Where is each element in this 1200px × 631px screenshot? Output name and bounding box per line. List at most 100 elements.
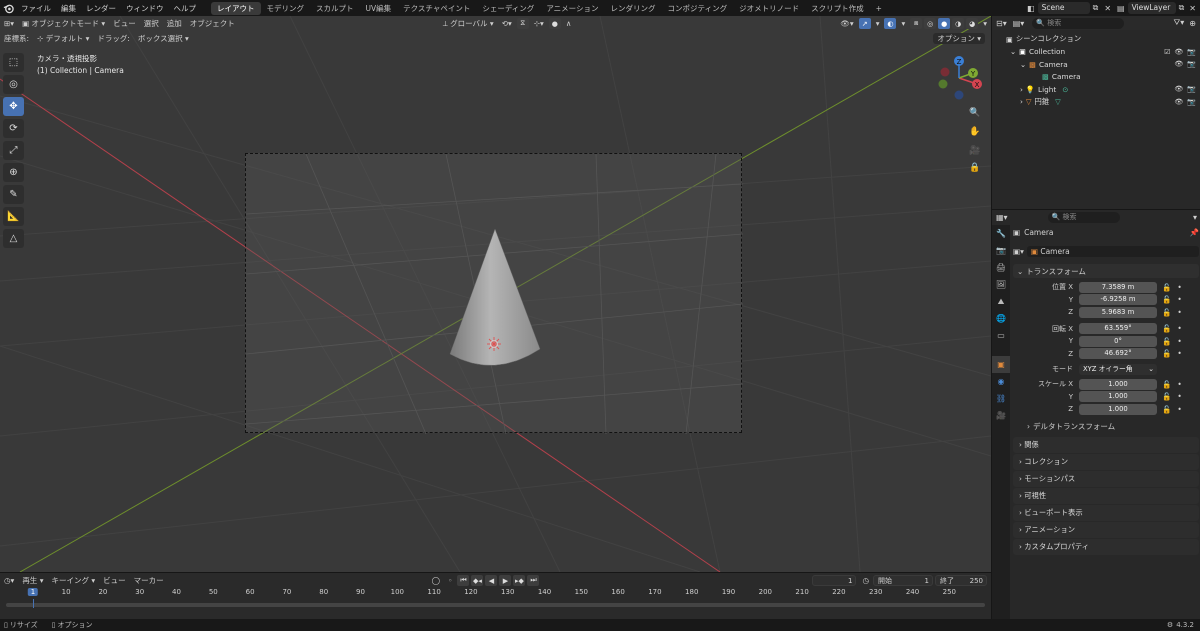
overlay-dropdown-icon[interactable]: ▾ <box>897 19 909 28</box>
section-viewport-display[interactable]: › ビューポート表示 <box>1013 504 1199 521</box>
menu-select[interactable]: 選択 <box>140 18 163 29</box>
keyframe-dot-icon[interactable]: • <box>1177 405 1181 414</box>
playback-menu[interactable]: 再生 ▾ <box>18 575 47 586</box>
workspace-tab-compositing[interactable]: コンポジティング <box>662 2 734 15</box>
mode-selector[interactable]: ▣ オブジェクトモード ▾ <box>18 18 109 29</box>
camera-view-icon[interactable]: 🎥 <box>967 143 983 159</box>
datablock-type-icon[interactable]: ▣▾ <box>1013 247 1024 256</box>
camera-render-icon[interactable]: 📷 <box>1187 48 1196 56</box>
cursor-tool-icon[interactable]: ◎ <box>3 75 24 94</box>
workspace-tab-geometry-nodes[interactable]: ジオメトリノード <box>733 2 805 15</box>
properties-options-icon[interactable]: ▾ <box>1193 213 1197 222</box>
menu-window[interactable]: ウィンドウ <box>121 3 169 14</box>
proportional-edit-icon[interactable]: ● <box>548 18 561 29</box>
output-tab-icon[interactable]: 🖨 <box>992 259 1010 276</box>
transform-panel-header[interactable]: ⌄ トランスフォーム <box>1013 264 1199 278</box>
scene-copy-icon[interactable]: ⧉ <box>1090 3 1102 13</box>
add-workspace-button[interactable]: + <box>870 2 888 15</box>
eye-icon[interactable]: 👁 <box>1174 98 1183 106</box>
options-dropdown[interactable]: オプション ▾ <box>933 32 985 44</box>
xray-toggle-icon[interactable]: ⧈ <box>910 18 923 29</box>
constraints-tab-icon[interactable]: ⛓ <box>992 390 1010 407</box>
menu-render[interactable]: レンダー <box>81 3 121 14</box>
annotate-tool-icon[interactable]: ✎ <box>3 185 24 204</box>
snap-target-icon[interactable]: ⊹▾ <box>530 19 548 28</box>
rotation-z-field[interactable]: 46.692° <box>1079 348 1157 360</box>
lock-icon[interactable]: 🔓 <box>1162 324 1171 333</box>
lock-icon[interactable]: 🔓 <box>1162 337 1171 346</box>
eye-icon[interactable]: 👁 <box>1174 60 1183 68</box>
workspace-tab-texture-paint[interactable]: テクスチャペイント <box>397 2 476 15</box>
outliner-display-icon[interactable]: ▤▾ <box>1013 19 1025 28</box>
view-layer-selector[interactable]: ViewLayer <box>1127 2 1176 14</box>
section-visibility[interactable]: › 可視性 <box>1013 487 1199 504</box>
menu-object[interactable]: オブジェクト <box>186 18 239 29</box>
shading-rendered-icon[interactable]: ◕ <box>966 18 979 29</box>
outliner-search-input[interactable]: 🔍 検索 <box>1032 17 1125 29</box>
filter-icon[interactable]: ⛛▾ <box>1174 18 1185 28</box>
eye-icon[interactable]: 👁 <box>1174 48 1183 56</box>
scale-tool-icon[interactable]: ⤢ <box>3 141 24 160</box>
workspace-tab-uv[interactable]: UV編集 <box>360 2 398 15</box>
section-custom-properties[interactable]: › カスタムプロパティ <box>1013 538 1199 555</box>
timeline-editor-icon[interactable]: ◷▾ <box>0 576 18 585</box>
shading-dropdown-icon[interactable]: ▾ <box>979 19 991 28</box>
keying-menu[interactable]: キーイング ▾ <box>47 575 99 586</box>
current-frame-field[interactable]: 1 <box>812 575 857 586</box>
gizmo-toggle-icon[interactable]: ↗ <box>858 18 871 29</box>
orientation-dropdown[interactable]: ⊹ デフォルト ▾ <box>33 33 93 44</box>
lock-icon[interactable]: 🔓 <box>1162 392 1171 401</box>
snap-icon[interactable]: ⧖ <box>516 18 529 29</box>
outliner-root[interactable]: ▣ シーンコレクション <box>992 33 1200 46</box>
rotation-x-field[interactable]: 63.559° <box>1079 323 1157 335</box>
playhead-line[interactable] <box>32 599 34 608</box>
menu-edit[interactable]: 編集 <box>56 3 81 14</box>
zoom-icon[interactable]: 🔍 <box>967 105 983 121</box>
outliner-item-light[interactable]: › 💡 Light ⊙ 👁 📷 <box>992 83 1200 96</box>
keyframe-dot-icon[interactable]: • <box>1177 349 1181 358</box>
lock-icon[interactable]: 🔓 <box>1162 283 1171 292</box>
menu-help[interactable]: ヘルプ <box>169 3 202 14</box>
editor-type-icon[interactable]: ⊞▾ <box>0 19 18 28</box>
object-data-tab-icon[interactable]: 🎥 <box>992 407 1010 424</box>
move-tool-icon[interactable]: ✥ <box>3 97 24 116</box>
pivot-icon[interactable]: ⟲▾ <box>498 19 516 28</box>
pin-icon[interactable]: 📌 <box>1190 228 1199 237</box>
scene-selector[interactable]: Scene <box>1037 2 1090 14</box>
scene-close-icon[interactable]: ✕ <box>1101 4 1114 13</box>
jump-start-icon[interactable]: ⏮ <box>457 575 470 586</box>
marker-menu[interactable]: マーカー <box>130 575 168 586</box>
collection-tab-icon[interactable]: ▭ <box>992 327 1010 344</box>
physics-tab-icon[interactable]: ◉ <box>992 373 1010 390</box>
camera-render-icon[interactable]: 📷 <box>1187 60 1196 68</box>
measure-tool-icon[interactable]: 📐 <box>3 207 24 226</box>
lock-camera-icon[interactable]: 🔒 <box>967 160 983 176</box>
location-z-field[interactable]: 5.9683 m <box>1079 306 1157 318</box>
outliner-editor-icon[interactable]: ⊟▾ <box>996 19 1007 28</box>
properties-editor-icon[interactable]: ▦▾ <box>996 213 1008 222</box>
lock-icon[interactable]: 🔓 <box>1162 308 1171 317</box>
play-reverse-icon[interactable]: ◀ <box>485 575 498 586</box>
transform-tool-icon[interactable]: ⊕ <box>3 163 24 182</box>
workspace-tab-animation[interactable]: アニメーション <box>540 2 604 15</box>
gizmo-dropdown-icon[interactable]: ▾ <box>872 19 884 28</box>
workspace-tab-layout[interactable]: レイアウト <box>211 1 261 15</box>
lock-icon[interactable]: 🔓 <box>1162 295 1171 304</box>
menu-view[interactable]: ビュー <box>109 18 140 29</box>
shading-solid-icon[interactable]: ● <box>938 18 951 29</box>
keyframe-dot-icon[interactable]: • <box>1177 308 1181 317</box>
outliner-item-camera[interactable]: ⌄ ▩ Camera 👁 📷 <box>992 58 1200 71</box>
world-tab-icon[interactable]: 🌐 <box>992 310 1010 327</box>
workspace-tab-modeling[interactable]: モデリング <box>261 2 311 15</box>
expand-chevron-icon[interactable]: ⌄ <box>1010 47 1016 56</box>
outliner-item-camera-data[interactable]: ▩ Camera <box>992 71 1200 84</box>
scene-icon[interactable]: ◧ <box>1024 4 1038 13</box>
lock-icon[interactable]: 🔓 <box>1162 380 1171 389</box>
section-relations[interactable]: › 関係 <box>1013 436 1199 453</box>
jump-prev-key-icon[interactable]: ◆◂ <box>471 575 484 586</box>
view-layer-icon[interactable]: ▤ <box>1114 4 1128 13</box>
jump-next-key-icon[interactable]: ▸◆ <box>513 575 526 586</box>
auto-keying-icon[interactable]: ◯ <box>428 576 444 585</box>
overlay-toggle-icon[interactable]: ◐ <box>884 18 897 29</box>
keyframe-dot-icon[interactable]: • <box>1177 283 1181 292</box>
